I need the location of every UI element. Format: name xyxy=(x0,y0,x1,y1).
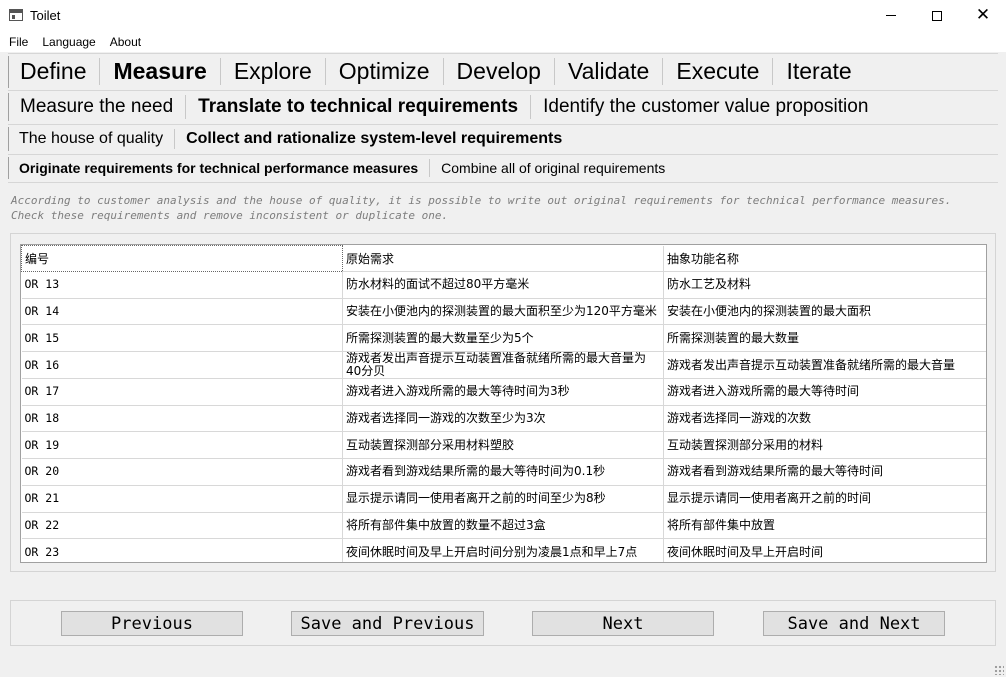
tab-customer-value-proposition[interactable]: Identify the customer value proposition xyxy=(531,96,880,118)
requirements-table: 编号 原始需求 抽象功能名称 OR 13 防水材料的面试不超过80平方毫米 防水工艺… xyxy=(20,244,987,563)
window-title: Toilet xyxy=(30,8,61,23)
navigation-panel: Previous Save and Previous Next Save and… xyxy=(10,600,996,646)
cell-abstract-function[interactable]: 显示提示请同一使用者离开之前的时间 xyxy=(663,485,986,513)
cell-id[interactable]: OR 23 xyxy=(21,538,343,562)
cell-abstract-function[interactable]: 防水工艺及材料 xyxy=(663,271,986,299)
tab-define[interactable]: Define xyxy=(8,58,99,85)
table-row[interactable]: OR 17 游戏者进入游戏所需的最大等待时间为3秒 游戏者进入游戏所需的最大等待时间 xyxy=(21,378,986,406)
cell-id[interactable]: OR 22 xyxy=(21,512,343,540)
save-and-next-button[interactable]: Save and Next xyxy=(763,611,945,636)
close-icon: ✕ xyxy=(975,5,991,25)
tab-bar-edge xyxy=(8,93,9,121)
maximize-button[interactable] xyxy=(914,0,960,31)
cell-original-requirement[interactable]: 所需探测装置的最大数量至少为5个 xyxy=(342,324,664,353)
tab-bar-edge xyxy=(8,56,9,88)
table-row[interactable]: OR 16 游戏者发出声音提示互动装置准备就绪所需的最大音量为40分贝 游戏者发出声… xyxy=(21,351,986,380)
phase-tab-bar: Define Measure Explore Optimize Develop … xyxy=(8,54,998,89)
tab-measure[interactable]: Measure xyxy=(100,58,219,85)
divider xyxy=(8,182,998,183)
menu-about[interactable]: About xyxy=(103,35,148,49)
cell-original-requirement[interactable]: 互动装置探测部分采用材料塑胶 xyxy=(342,431,664,460)
cell-original-requirement[interactable]: 游戏者发出声音提示互动装置准备就绪所需的最大音量为40分贝 xyxy=(342,351,664,380)
next-button[interactable]: Next xyxy=(532,611,714,636)
cell-id[interactable]: OR 14 xyxy=(21,298,343,326)
close-button[interactable]: ✕ xyxy=(960,0,1006,31)
cell-id[interactable]: OR 21 xyxy=(21,485,343,513)
minimize-button[interactable] xyxy=(868,0,914,31)
tab-explore[interactable]: Explore xyxy=(221,58,325,85)
minimize-icon xyxy=(886,15,896,16)
cell-abstract-function[interactable]: 游戏者看到游戏结果所需的最大等待时间 xyxy=(663,458,986,486)
resize-grip[interactable] xyxy=(994,665,1004,675)
previous-button[interactable]: Previous xyxy=(61,611,243,636)
table-row[interactable]: OR 21 显示提示请同一使用者离开之前的时间至少为8秒 显示提示请同一使用者离开之… xyxy=(21,485,986,513)
cell-id[interactable]: OR 16 xyxy=(21,351,343,380)
instruction-text: According to customer analysis and the h… xyxy=(11,194,952,222)
save-and-previous-button[interactable]: Save and Previous xyxy=(291,611,484,636)
cell-original-requirement[interactable]: 游戏者选择同一游戏的次数至少为3次 xyxy=(342,405,664,433)
tab-combine-requirements[interactable]: Combine all of original requirements xyxy=(430,160,676,176)
tab-house-of-quality[interactable]: The house of quality xyxy=(8,130,174,148)
table-row[interactable]: OR 15 所需探测装置的最大数量至少为5个 所需探测装置的最大数量 xyxy=(21,324,986,353)
table-row[interactable]: OR 18 游戏者选择同一游戏的次数至少为3次 游戏者选择同一游戏的次数 xyxy=(21,405,986,433)
cell-original-requirement[interactable]: 将所有部件集中放置的数量不超过3盒 xyxy=(342,512,664,540)
tab-execute[interactable]: Execute xyxy=(663,58,772,85)
title-bar: Toilet ✕ xyxy=(0,0,1006,31)
tab-collect-requirements[interactable]: Collect and rationalize system-level req… xyxy=(175,130,573,148)
cell-id[interactable]: OR 20 xyxy=(21,458,343,486)
menu-file[interactable]: File xyxy=(2,35,35,49)
menu-bar: File Language About xyxy=(0,31,1006,52)
column-header-original-requirement[interactable]: 原始需求 xyxy=(342,245,664,272)
column-header-abstract-function[interactable]: 抽象功能名称 xyxy=(663,245,986,272)
table-panel: 编号 原始需求 抽象功能名称 OR 13 防水材料的面试不超过80平方毫米 防水工艺… xyxy=(10,233,996,572)
cell-id[interactable]: OR 15 xyxy=(21,324,343,353)
column-header-id[interactable]: 编号 xyxy=(21,245,343,272)
cell-abstract-function[interactable]: 游戏者选择同一游戏的次数 xyxy=(663,405,986,433)
table-row[interactable]: OR 19 互动装置探测部分采用材料塑胶 互动装置探测部分采用的材料 xyxy=(21,431,986,460)
cell-abstract-function[interactable]: 所需探测装置的最大数量 xyxy=(663,324,986,353)
table-row[interactable]: OR 13 防水材料的面试不超过80平方毫米 防水工艺及材料 xyxy=(21,271,986,299)
cell-id[interactable]: OR 17 xyxy=(21,378,343,406)
task-tab-bar: Originate requirements for technical per… xyxy=(8,155,998,181)
tab-optimize[interactable]: Optimize xyxy=(326,58,443,85)
cell-original-requirement[interactable]: 防水材料的面试不超过80平方毫米 xyxy=(342,271,664,299)
cell-abstract-function[interactable]: 游戏者进入游戏所需的最大等待时间 xyxy=(663,378,986,406)
cell-abstract-function[interactable]: 互动装置探测部分采用的材料 xyxy=(663,431,986,460)
cell-abstract-function[interactable]: 将所有部件集中放置 xyxy=(663,512,986,540)
cell-original-requirement[interactable]: 夜间休眠时间及早上开启时间分别为凌晨1点和早上7点 xyxy=(342,538,664,562)
cell-id[interactable]: OR 13 xyxy=(21,271,343,299)
table-row[interactable]: OR 20 游戏者看到游戏结果所需的最大等待时间为0.1秒 游戏者看到游戏结果所需的… xyxy=(21,458,986,486)
tab-develop[interactable]: Develop xyxy=(444,58,554,85)
tab-measure-the-need[interactable]: Measure the need xyxy=(8,96,185,118)
cell-original-requirement[interactable]: 游戏者看到游戏结果所需的最大等待时间为0.1秒 xyxy=(342,458,664,486)
table-row[interactable]: OR 22 将所有部件集中放置的数量不超过3盒 将所有部件集中放置 xyxy=(21,512,986,540)
maximize-icon xyxy=(932,10,942,21)
cell-id[interactable]: OR 19 xyxy=(21,431,343,460)
cell-original-requirement[interactable]: 游戏者进入游戏所需的最大等待时间为3秒 xyxy=(342,378,664,406)
cell-abstract-function[interactable]: 游戏者发出声音提示互动装置准备就绪所需的最大音量 xyxy=(663,351,986,380)
tab-iterate[interactable]: Iterate xyxy=(773,58,864,85)
menu-language[interactable]: Language xyxy=(35,35,102,49)
cell-abstract-function[interactable]: 夜间休眠时间及早上开启时间 xyxy=(663,538,986,562)
table-row[interactable]: OR 14 安装在小便池内的探测装置的最大面积至少为120平方毫米 安装在小便池内的… xyxy=(21,298,986,326)
cell-original-requirement[interactable]: 安装在小便池内的探测装置的最大面积至少为120平方毫米 xyxy=(342,298,664,326)
tab-originate-requirements[interactable]: Originate requirements for technical per… xyxy=(8,160,429,176)
table-row[interactable]: OR 23 夜间休眠时间及早上开启时间分别为凌晨1点和早上7点 夜间休眠时间及早上开… xyxy=(21,538,986,562)
cell-original-requirement[interactable]: 显示提示请同一使用者离开之前的时间至少为8秒 xyxy=(342,485,664,513)
app-window-icon xyxy=(9,9,23,21)
substep-tab-bar: The house of quality Collect and rationa… xyxy=(8,125,998,153)
tab-bar-edge xyxy=(8,127,9,151)
tab-validate[interactable]: Validate xyxy=(555,58,662,85)
step-tab-bar: Measure the need Translate to technical … xyxy=(8,91,998,123)
cell-id[interactable]: OR 18 xyxy=(21,405,343,433)
tab-bar-edge xyxy=(8,157,9,179)
tab-translate-requirements[interactable]: Translate to technical requirements xyxy=(186,96,530,118)
cell-abstract-function[interactable]: 安装在小便池内的探测装置的最大面积 xyxy=(663,298,986,326)
table-header-row: 编号 原始需求 抽象功能名称 xyxy=(21,245,986,272)
